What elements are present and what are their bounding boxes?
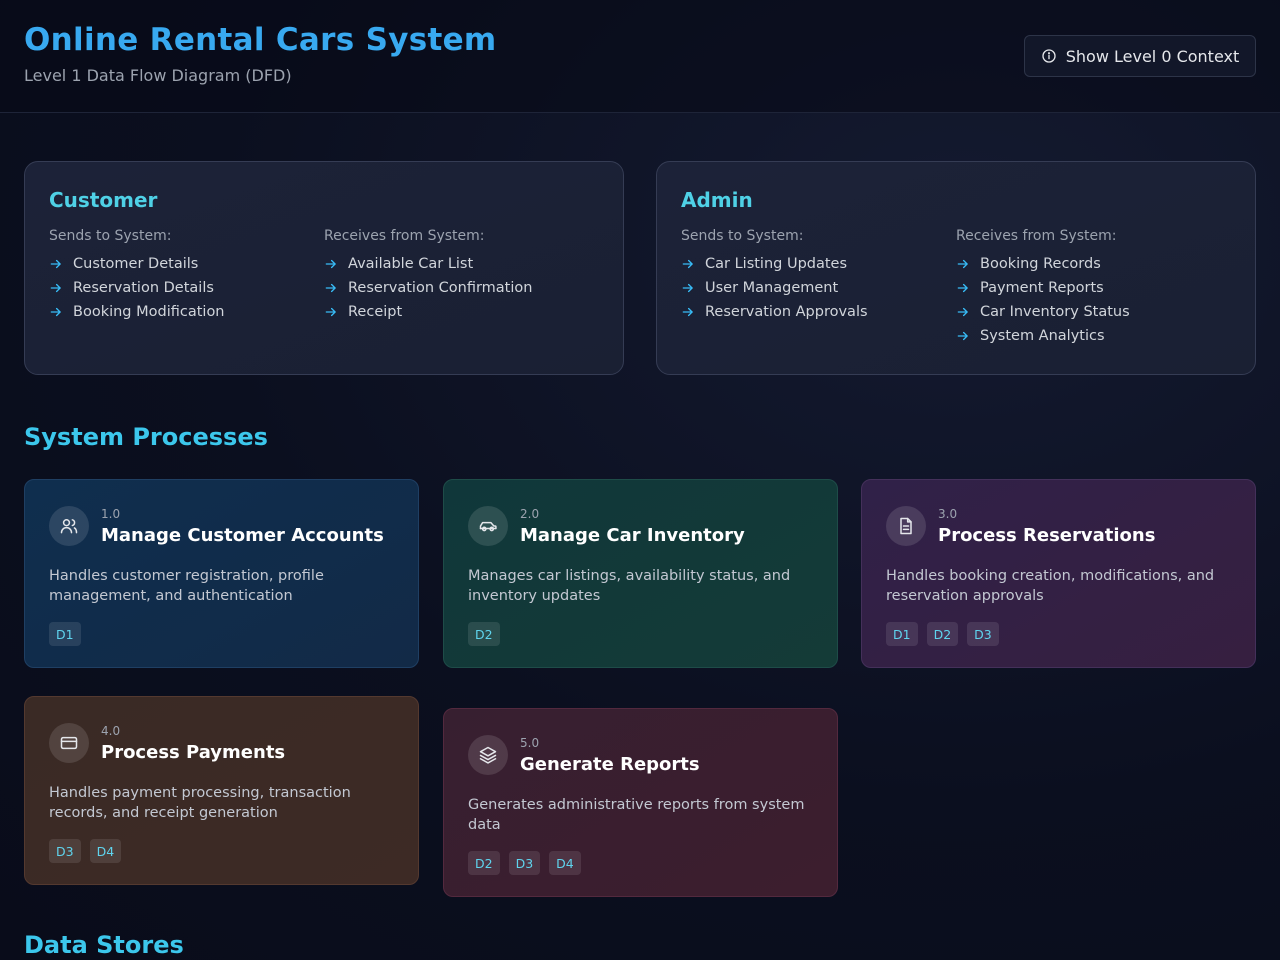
entity-title: Customer (49, 188, 158, 212)
arrow-right-icon (50, 259, 61, 269)
process-card-2[interactable]: 2.0 Manage Car Inventory Manages car lis… (443, 479, 838, 668)
flow-item: Car Inventory Status (956, 300, 1231, 324)
arrow-right-icon (682, 307, 693, 317)
arrow-right-icon (325, 307, 336, 317)
data-store-badge: D3 (967, 622, 999, 646)
document-icon (886, 506, 926, 546)
process-description: Handles payment processing, transaction … (49, 785, 351, 821)
data-store-badge: D1 (886, 622, 918, 646)
data-store-badges: D3 D4 (49, 839, 394, 863)
credit-card-icon (49, 723, 89, 763)
process-title: Manage Car Inventory (520, 524, 745, 546)
flow-item: Reservation Confirmation (324, 276, 599, 300)
process-description: Handles customer registration, profile m… (49, 568, 324, 604)
process-title: Process Payments (101, 741, 286, 763)
info-icon (1042, 49, 1056, 63)
data-store-badges: D2 D3 D4 (468, 851, 813, 875)
data-store-badge: D1 (49, 622, 81, 646)
arrow-right-icon (682, 283, 693, 293)
sends-label: Sends to System: (49, 228, 172, 244)
flow-item: Booking Modification (49, 300, 324, 324)
process-number: 2.0 (520, 506, 540, 521)
flow-item: Customer Details (49, 252, 324, 276)
arrow-right-icon (325, 283, 336, 293)
arrow-right-icon (325, 259, 336, 269)
layers-icon (468, 735, 508, 775)
flow-item: Available Car List (324, 252, 599, 276)
data-store-badge: D2 (468, 851, 500, 875)
show-level-0-context-button[interactable]: Show Level 0 Context (1024, 35, 1256, 77)
data-store-badges: D2 (468, 622, 813, 646)
process-title: Process Reservations (938, 524, 1156, 546)
sends-column: Sends to System: Customer Details Reserv… (49, 228, 324, 324)
process-description: Generates administrative reports from sy… (468, 797, 805, 833)
users-icon (49, 506, 89, 546)
sends-column: Sends to System: Car Listing Updates Use… (681, 228, 956, 348)
data-store-badge: D3 (49, 839, 81, 863)
process-number: 1.0 (101, 506, 121, 521)
arrow-right-icon (50, 307, 61, 317)
flow-item: System Analytics (956, 324, 1231, 348)
process-title: Manage Customer Accounts (101, 524, 384, 546)
header: Online Rental Cars System Level 1 Data F… (0, 0, 1280, 113)
process-description: Handles booking creation, modifications,… (886, 568, 1215, 604)
entity-card-admin: Admin Sends to System: Car Listing Updat… (656, 161, 1256, 375)
process-description: Manages car listings, availability statu… (468, 568, 791, 604)
data-store-badge: D2 (926, 622, 959, 646)
flow-item: Reservation Details (49, 276, 324, 300)
process-number: 5.0 (520, 735, 540, 750)
process-card-4[interactable]: 4.0 Process Payments Handles payment pro… (24, 696, 419, 885)
receives-label: Receives from System: (956, 228, 1117, 244)
arrow-right-icon (957, 307, 968, 317)
process-number: 3.0 (938, 506, 958, 521)
context-button-label: Show Level 0 Context (1065, 46, 1240, 66)
flow-item: User Management (681, 276, 956, 300)
flow-item: Reservation Approvals (681, 300, 956, 324)
flow-item: Booking Records (956, 252, 1231, 276)
flow-item: Payment Reports (956, 276, 1231, 300)
arrow-right-icon (682, 259, 693, 269)
process-title: Generate Reports (520, 753, 700, 775)
process-number: 4.0 (101, 723, 121, 738)
arrow-right-icon (50, 283, 61, 293)
arrow-right-icon (957, 283, 968, 293)
section-title-data-stores: Data Stores (24, 931, 184, 959)
arrow-right-icon (957, 259, 968, 269)
page-subtitle: Level 1 Data Flow Diagram (DFD) (24, 66, 292, 85)
entity-card-customer: Customer Sends to System: Customer Detai… (24, 161, 624, 375)
data-store-badges: D1 (49, 622, 394, 646)
receives-column: Receives from System: Available Car List… (324, 228, 599, 324)
sends-label: Sends to System: (681, 228, 804, 244)
section-title-processes: System Processes (24, 423, 268, 451)
entity-title: Admin (681, 188, 753, 212)
data-store-badges: D1 D2 D3 (886, 622, 1231, 646)
data-store-badge: D3 (508, 851, 541, 875)
flow-item: Car Listing Updates (681, 252, 956, 276)
receives-column: Receives from System: Booking Records Pa… (956, 228, 1231, 348)
data-store-badge: D2 (468, 622, 500, 646)
process-card-1[interactable]: 1.0 Manage Customer Accounts Handles cus… (24, 479, 419, 668)
page-title: Online Rental Cars System (24, 22, 497, 58)
process-card-5[interactable]: 5.0 Generate Reports Generates administr… (443, 708, 838, 897)
receives-label: Receives from System: (324, 228, 485, 244)
data-store-badge: D4 (549, 851, 581, 875)
arrow-right-icon (957, 331, 968, 341)
flow-item: Receipt (324, 300, 599, 324)
car-icon (468, 506, 508, 546)
process-card-3[interactable]: 3.0 Process Reservations Handles booking… (861, 479, 1256, 668)
data-store-badge: D4 (89, 839, 122, 863)
